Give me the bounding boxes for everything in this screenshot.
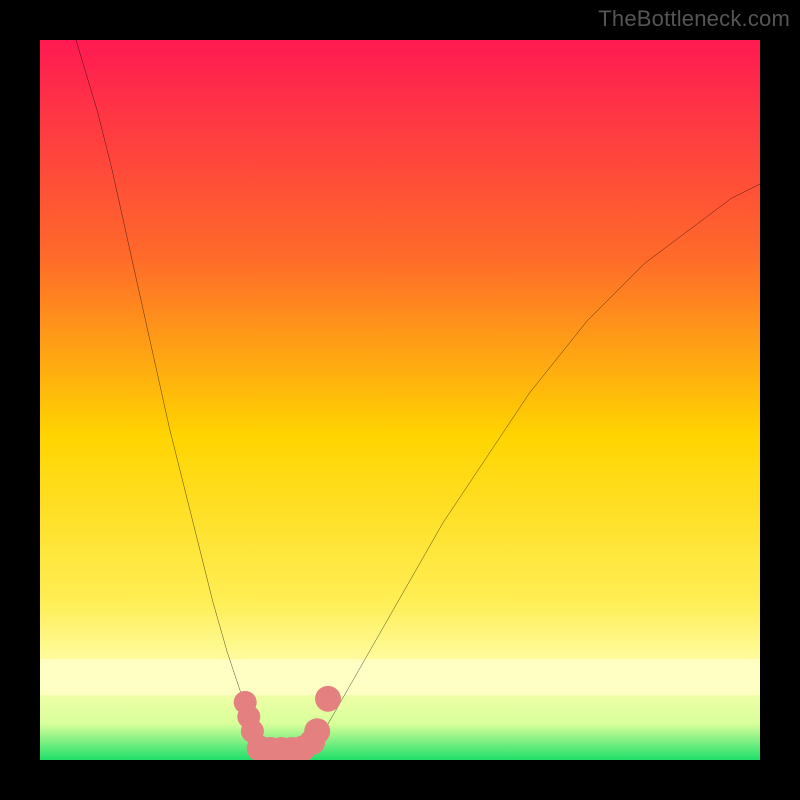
- marker-point: [315, 686, 341, 712]
- chart-frame: TheBottleneck.com: [0, 0, 800, 800]
- bottleneck-chart: [40, 40, 760, 760]
- highlight-band: [40, 659, 760, 695]
- plot-area: [40, 40, 760, 760]
- marker-point: [304, 718, 330, 744]
- watermark-text: TheBottleneck.com: [598, 6, 790, 32]
- gradient-bg: [40, 40, 760, 760]
